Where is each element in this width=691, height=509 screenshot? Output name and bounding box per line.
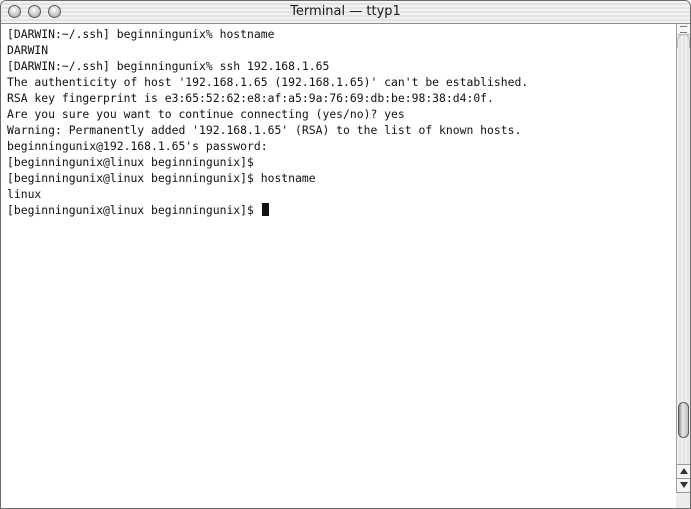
title-bar[interactable]: Terminal — ttyp1 (1, 1, 690, 24)
scroll-track-top (677, 34, 690, 48)
arrow-down-icon (680, 482, 688, 488)
scroll-up-button[interactable] (677, 464, 690, 478)
terminal-prompt-line[interactable]: [beginningunix@linux beginningunix]$ (7, 202, 675, 218)
window-title: Terminal — ttyp1 (290, 4, 401, 19)
terminal-line: [DARWIN:~/.ssh] beginningunix% hostname (7, 27, 275, 41)
terminal-line: linux (7, 187, 42, 201)
terminal-line: [beginningunix@linux beginningunix]$ (7, 155, 254, 169)
text-cursor (261, 203, 269, 216)
arrow-up-icon (680, 468, 688, 474)
resize-grip-icon[interactable] (676, 492, 690, 508)
terminal-line: The authenticity of host '192.168.1.65 (… (7, 75, 529, 89)
split-icon (680, 26, 687, 33)
scroll-thumb[interactable] (678, 402, 689, 438)
terminal-line: Warning: Permanently added '192.168.1.65… (7, 123, 522, 137)
terminal-line: [DARWIN:~/.ssh] beginningunix% ssh 192.1… (7, 59, 330, 73)
terminal-line: [beginningunix@linux beginningunix]$ hos… (7, 171, 316, 185)
terminal-line: beginningunix@192.168.1.65's password: (7, 139, 268, 153)
scroll-down-button[interactable] (677, 478, 690, 492)
terminal-line: DARWIN (7, 43, 49, 57)
terminal-window: Terminal — ttyp1 [DARWIN:~/.ssh] beginni… (0, 0, 691, 509)
prompt-text: [beginningunix@linux beginningunix]$ (7, 203, 261, 217)
terminal-line: Are you sure you want to continue connec… (7, 107, 405, 121)
terminal-line: RSA key fingerprint is e3:65:52:62:e8:af… (7, 91, 494, 105)
terminal-output[interactable]: [DARWIN:~/.ssh] beginningunix% hostname … (1, 24, 675, 508)
vertical-scrollbar[interactable] (676, 24, 690, 508)
